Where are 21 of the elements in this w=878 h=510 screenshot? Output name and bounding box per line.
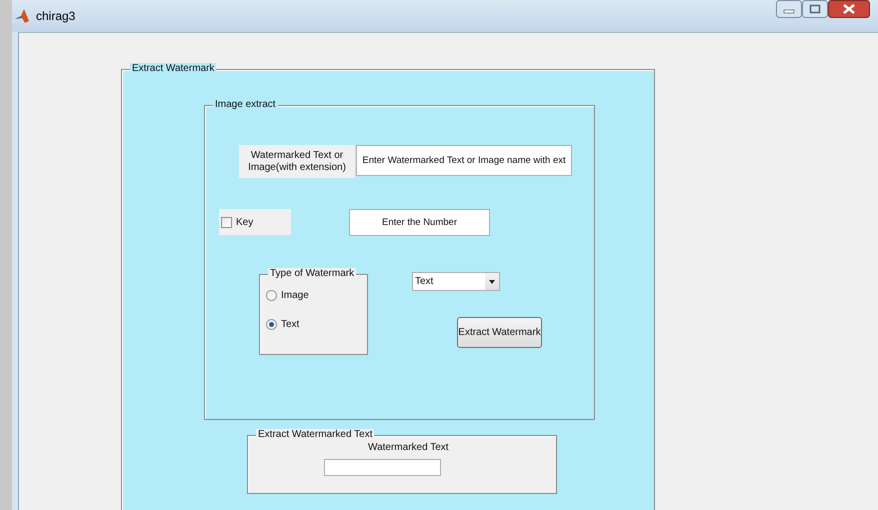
window-title: chirag3	[36, 9, 76, 23]
maximize-button[interactable]	[802, 0, 828, 18]
panel-title: Image extract	[213, 99, 278, 111]
close-button[interactable]	[828, 0, 870, 18]
radio-label: Image	[281, 290, 309, 301]
number-field[interactable]: Enter the Number	[349, 209, 490, 236]
dropdown[interactable]: Text	[412, 272, 500, 291]
extract-button[interactable]: Extract Watermark	[457, 317, 542, 348]
app-icon	[14, 8, 30, 24]
result-field[interactable]	[324, 459, 441, 476]
minimize-button[interactable]	[776, 0, 802, 18]
result-label: Watermarked Text	[368, 442, 449, 453]
radio-button[interactable]	[266, 290, 277, 301]
radio-label: Text	[281, 319, 300, 330]
input-field[interactable]: Enter Watermarked Text or Image name with ext	[356, 145, 572, 176]
checkbox-label: Key	[236, 216, 254, 228]
radio-button[interactable]	[266, 319, 277, 330]
field-label: Watermarked Text or Image(with extension)	[239, 145, 355, 178]
caret-icon	[489, 280, 495, 284]
panel-title: Type of Watermark	[268, 268, 356, 280]
checkbox[interactable]	[221, 216, 232, 228]
